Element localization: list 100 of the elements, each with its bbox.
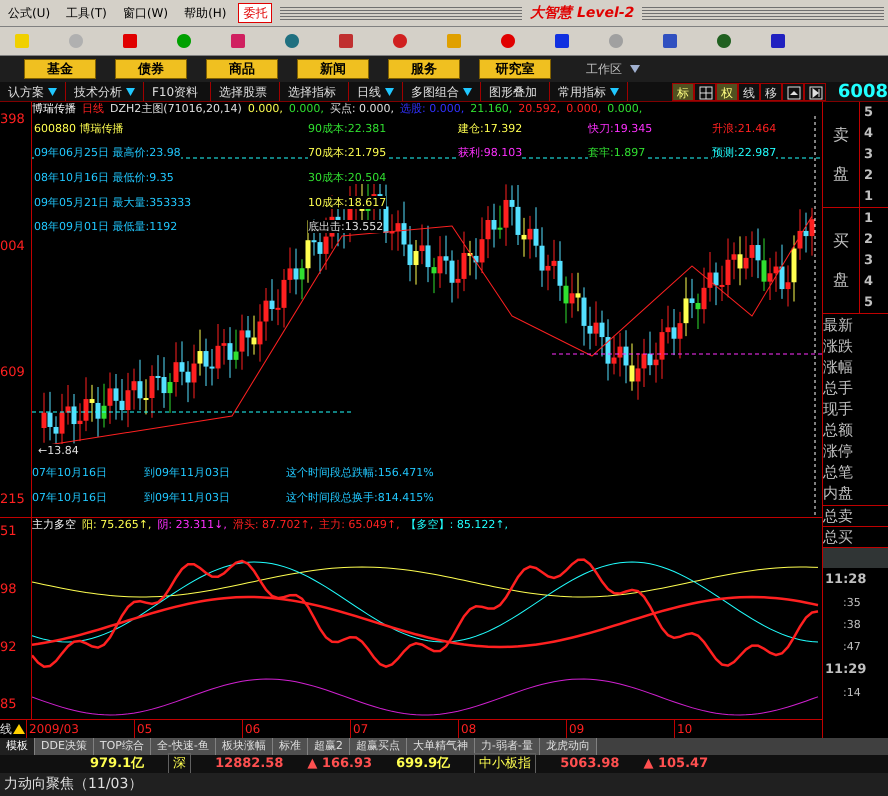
menu-item[interactable]: 公式(U)	[0, 4, 58, 22]
indicator-value: 买点: 0.000,	[330, 102, 394, 116]
tick-time: :14	[842, 685, 862, 701]
function-button[interactable]: 选择指标	[280, 82, 350, 101]
indicator-value: 0.000,	[288, 102, 324, 116]
nav-button[interactable]: 债券	[115, 59, 187, 79]
eject-icon[interactable]	[782, 82, 804, 100]
chart-annotation: 底出击:13.552	[308, 220, 384, 233]
indicator-value: 0.000,	[248, 102, 283, 116]
chart-annotation: 建仓:17.392	[458, 122, 522, 135]
quote-field-label: 最新	[823, 315, 854, 336]
tab[interactable]: 超赢买点	[350, 738, 407, 755]
level-number: 3	[864, 252, 874, 270]
tab[interactable]: 龙虎动向	[540, 738, 597, 755]
indicator-value: DZH2主图(71016,20,14)	[110, 102, 242, 116]
function-button[interactable]: 多图组合	[403, 82, 482, 101]
quote-field-label: 总卖	[823, 506, 888, 527]
toolbar-icon[interactable]	[120, 31, 140, 51]
chart-annotation: 到09年11月03日	[144, 466, 230, 479]
indicator-value: 【多空】: 85.122↑,	[406, 518, 508, 532]
quote-field-label: 涨跌	[823, 336, 854, 357]
index-value: ▲ 166.93	[307, 755, 372, 774]
tab[interactable]: 大单精气神	[406, 738, 475, 755]
tab[interactable]: TOP综合	[94, 738, 151, 755]
toolbar-icon[interactable]	[498, 31, 518, 51]
function-button[interactable]: F10资料	[144, 82, 212, 101]
chart-annotation: 这个时间段总换手:814.415%	[286, 491, 434, 504]
index-value: 979.1亿	[90, 755, 144, 774]
indicator-value: 21.160,	[470, 102, 512, 116]
toolbar-icon[interactable]	[552, 31, 572, 51]
level-number: 5	[864, 104, 874, 122]
workspace-dropdown[interactable]: 工作区	[586, 60, 640, 78]
tab[interactable]: 全-快速-鱼	[150, 738, 216, 755]
indicator-value: 阳: 75.265↑,	[82, 518, 152, 532]
function-button[interactable]: 技术分析	[66, 82, 144, 101]
toolbar-icon[interactable]	[714, 31, 734, 51]
chart-annotation: 07年10月16日	[32, 466, 107, 479]
menu-item[interactable]: 窗口(W)	[114, 4, 176, 22]
quote-field-label: 现手	[823, 399, 854, 420]
menu-item[interactable]: 帮助(H)	[176, 4, 234, 22]
price-axis-label: 215	[0, 490, 26, 508]
indicator-value: 0.000,	[566, 102, 602, 116]
chart-annotation: 90成本:22.381	[308, 122, 386, 135]
function-button[interactable]: 日线	[349, 82, 404, 101]
nav-button[interactable]: 研究室	[479, 59, 551, 79]
tab[interactable]: 模板	[0, 738, 35, 755]
index-value: 12882.58	[215, 755, 284, 774]
chart-annotation: 快刀:19.345	[588, 122, 652, 135]
tick-time: 11:28	[824, 571, 868, 589]
indicator-axis-label: 51	[0, 523, 18, 541]
empty-panel	[823, 548, 888, 568]
toolbar-icon[interactable]	[660, 31, 680, 51]
order-book-label: 买盘	[832, 230, 850, 290]
nav-button[interactable]: 基金	[24, 59, 96, 79]
stock-name: 博瑞传播	[32, 102, 76, 116]
indicator-name: 主力多空	[32, 518, 76, 532]
quote-field-label: 涨幅	[823, 357, 854, 378]
trade-menu[interactable]: 委托	[238, 3, 272, 23]
price-axis-label: 609	[0, 364, 26, 382]
level-number: 4	[864, 124, 874, 143]
indicator-value: 阴: 23.311↓,	[157, 518, 227, 532]
toolbar-icon[interactable]	[336, 31, 356, 51]
function-button[interactable]: 认方案	[0, 82, 66, 101]
view-button[interactable]: 线	[738, 82, 760, 100]
toolbar-icon[interactable]	[282, 31, 302, 51]
tab[interactable]: 标准	[272, 738, 308, 755]
tab[interactable]: 超赢2	[308, 738, 350, 755]
view-button[interactable]: 移	[760, 82, 782, 100]
chart-annotation: 09年06月25日 最高价:23.98	[34, 146, 181, 159]
tick-time: :35	[842, 595, 862, 611]
toolbar-icon[interactable]	[228, 31, 248, 51]
indicator-value: 选股: 0.000,	[400, 102, 464, 116]
chart-annotation: 获利:98.103	[458, 146, 522, 159]
nav-button[interactable]: 新闻	[297, 59, 369, 79]
tab[interactable]: DDE决策	[35, 738, 94, 755]
menu-item[interactable]: 工具(T)	[58, 4, 115, 22]
skip-end-icon[interactable]	[804, 82, 826, 100]
window-title: 大智慧 Level-2	[522, 5, 642, 21]
index-value: ▲ 105.47	[643, 755, 708, 774]
chart-annotation: 这个时间段总跌幅:156.471%	[286, 466, 434, 479]
price-axis-label: 004	[0, 238, 26, 256]
level-number: 5	[864, 294, 874, 312]
nav-button[interactable]: 商品	[206, 59, 278, 79]
level-number: 3	[864, 146, 874, 164]
toolbar-icon[interactable]	[768, 31, 788, 51]
quote-field-label: 总笔	[823, 462, 854, 483]
view-button[interactable]: 标	[672, 82, 694, 100]
grid-icon[interactable]	[694, 82, 716, 100]
nav-button[interactable]: 服务	[388, 59, 460, 79]
view-button[interactable]: 权	[716, 82, 738, 100]
level-number: 4	[864, 272, 874, 291]
level-number: 2	[864, 166, 874, 185]
chart-annotation: 套牢:1.897	[588, 146, 646, 159]
function-button[interactable]: 选择股票	[211, 82, 280, 101]
tab[interactable]: 板块涨幅	[216, 738, 273, 755]
toolbar-icon[interactable]	[390, 31, 410, 51]
function-button[interactable]: 常用指标	[550, 82, 628, 101]
function-button[interactable]: 图形叠加	[481, 82, 550, 101]
indicator-axis-label: 92	[0, 638, 18, 657]
tab[interactable]: 力-弱者-量	[474, 738, 540, 755]
